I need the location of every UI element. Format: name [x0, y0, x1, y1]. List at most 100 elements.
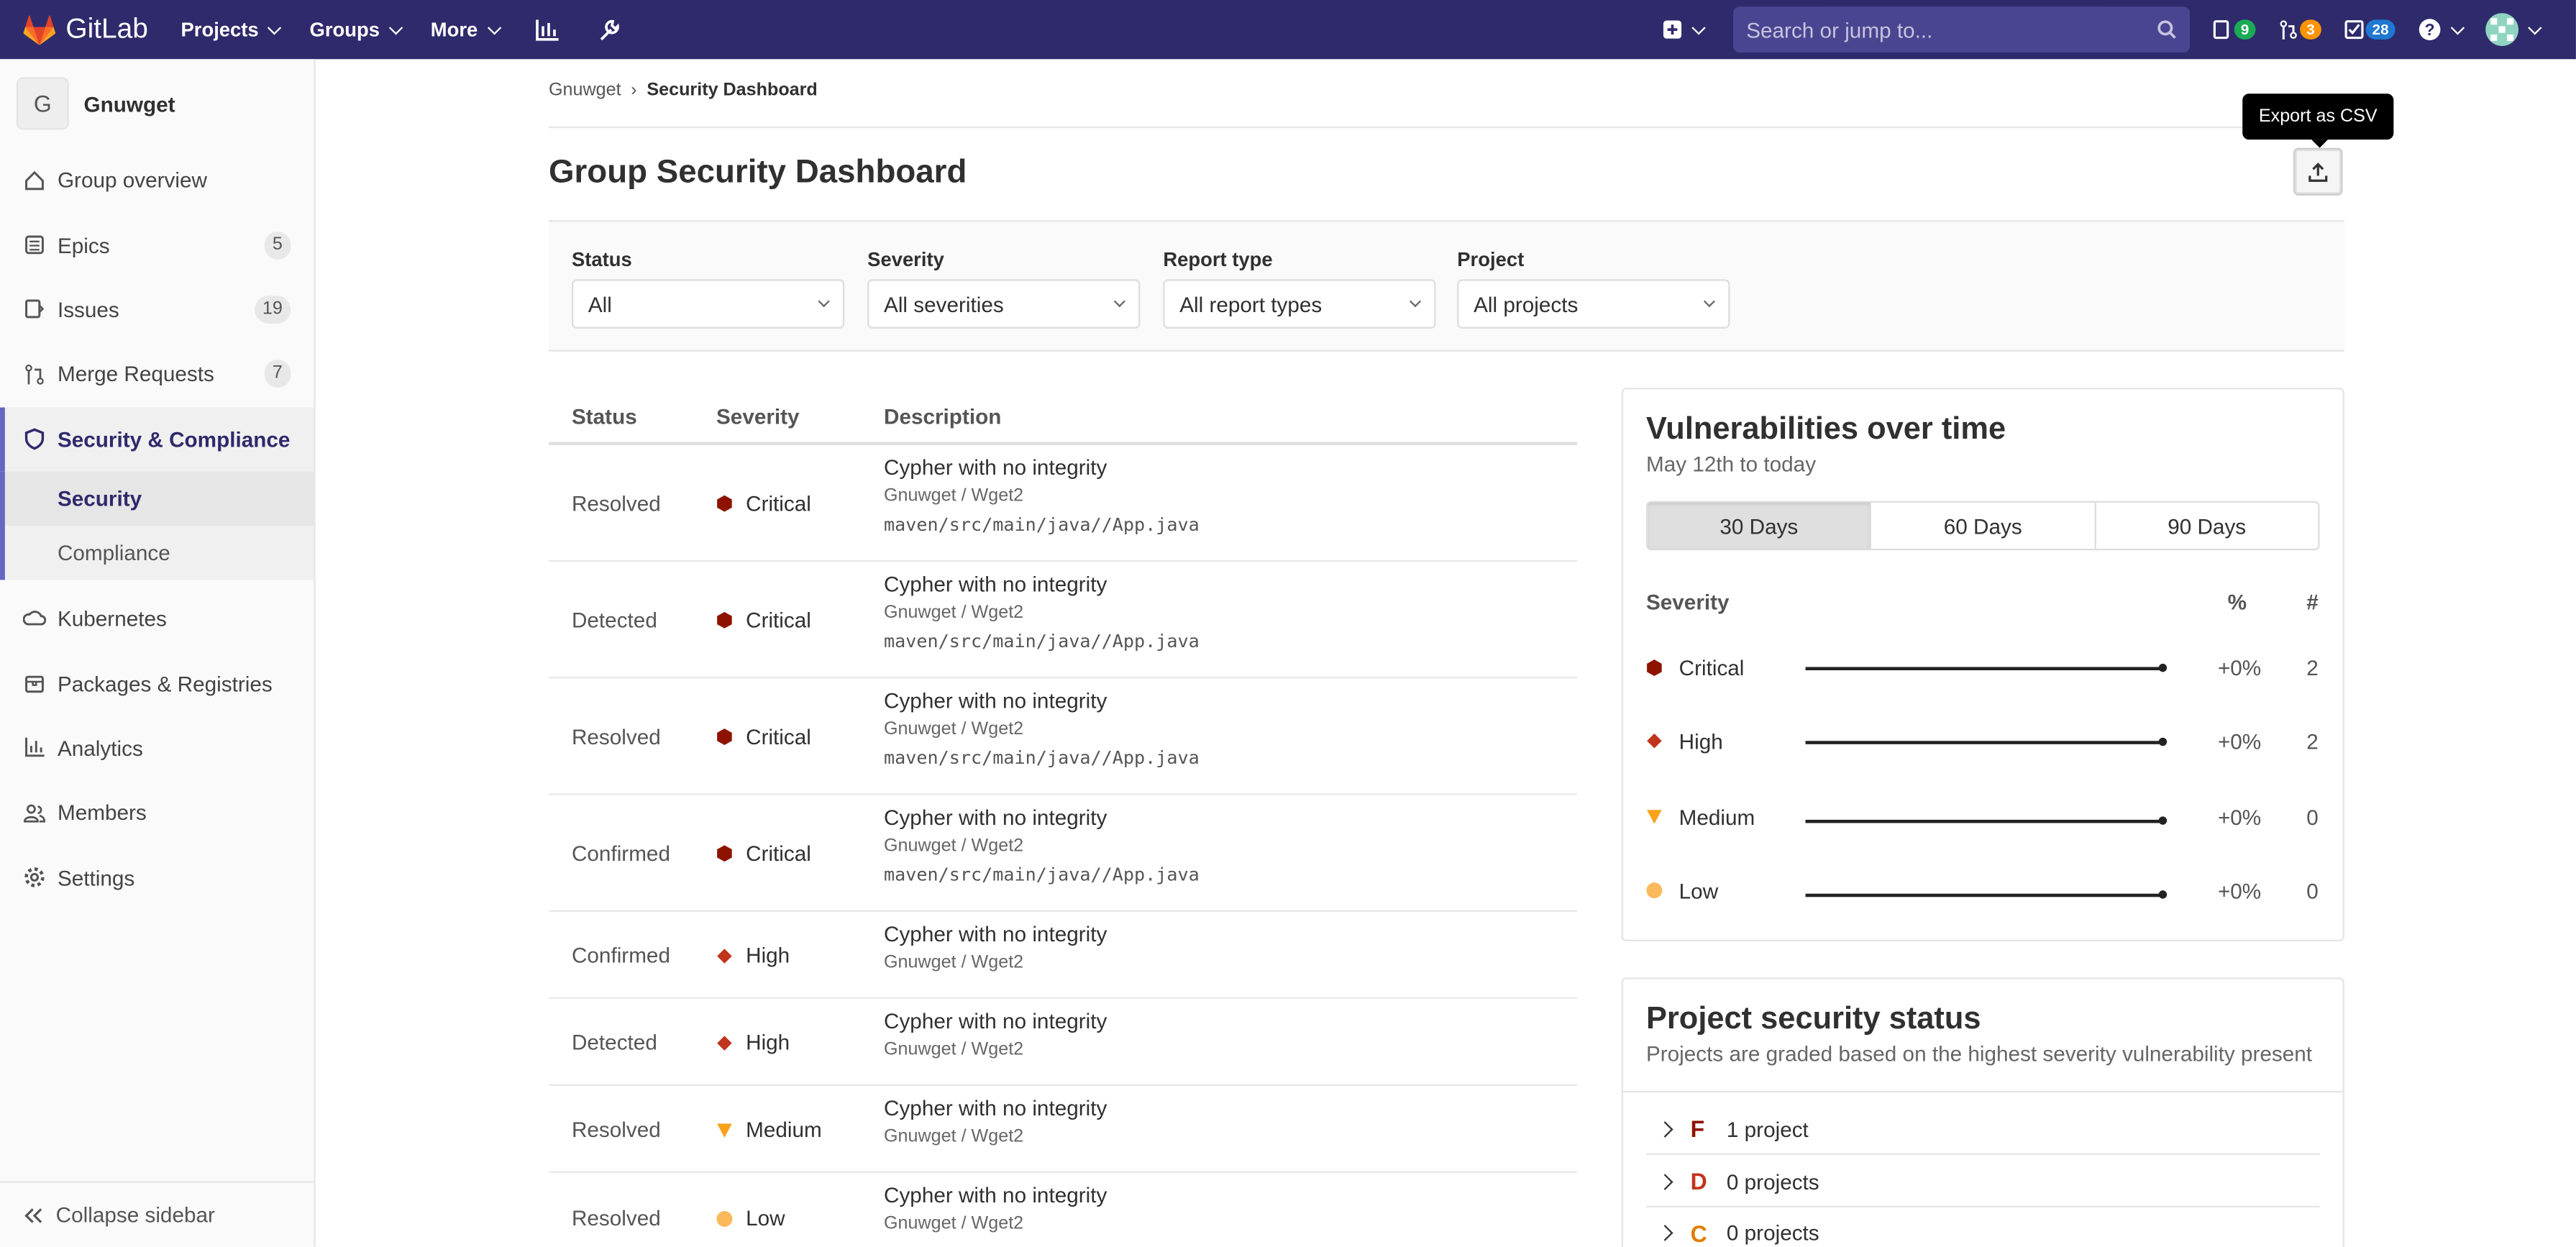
severity-row-medium: Medium +0% 0 [1646, 802, 2320, 835]
range-60-days-button[interactable]: 60 Days [1872, 503, 2096, 549]
breadcrumb-current[interactable]: Security Dashboard [647, 81, 817, 100]
svg-text:?: ? [2425, 20, 2435, 39]
help-dropdown[interactable]: ? [2419, 18, 2465, 41]
group-header[interactable]: G Gnuwget [0, 59, 314, 147]
severity-medium-icon [1647, 810, 1662, 824]
table-row[interactable]: Confirmed Critical Cypher with no integr… [548, 795, 1578, 912]
row-severity: High [746, 1030, 790, 1055]
vulnerability-title[interactable]: Cypher with no integrity [884, 688, 1200, 713]
row-description: Cypher with no integrity Gnuwget / Wget2 [884, 1009, 1107, 1068]
row-description: Cypher with no integrity Gnuwget / Wget2… [884, 805, 1200, 885]
sidebar-item-epics[interactable]: Epics 5 [0, 213, 314, 278]
collapse-sidebar-button[interactable]: Collapse sidebar [0, 1181, 314, 1246]
sidebar-item-group-overview[interactable]: Group overview [0, 148, 314, 213]
table-row[interactable]: Confirmed High Cypher with no integrity … [548, 912, 1578, 999]
users-icon [23, 801, 46, 824]
row-description: Cypher with no integrity Gnuwget / Wget2… [884, 688, 1200, 769]
severity-count: 0 [2306, 805, 2319, 830]
severity-name: Critical [1678, 655, 1745, 680]
issues-shortcut[interactable]: 9 [2213, 19, 2256, 40]
sidebar-item-label: Merge Requests [57, 362, 214, 387]
grade-row-d[interactable]: D 0 projects [1645, 1156, 2320, 1208]
table-row[interactable]: Resolved Critical Cypher with no integri… [548, 445, 1578, 562]
sidebar-item-label: Settings [57, 865, 135, 890]
grade-count: 0 projects [1726, 1220, 1819, 1246]
group-name: Gnuwget [83, 91, 175, 117]
projects-menu[interactable]: Projects [181, 18, 283, 42]
severity-low-icon [1646, 882, 1663, 899]
merge-requests-shortcut[interactable]: 3 [2278, 19, 2321, 40]
export-csv-button[interactable] [2293, 147, 2343, 196]
range-30-days-button[interactable]: 30 Days [1648, 503, 1872, 549]
epics-count-badge: 5 [264, 231, 291, 259]
severity-high-icon [1647, 733, 1662, 749]
sidebar-subitem-label: Security [57, 486, 142, 511]
row-severity: Critical [746, 841, 811, 866]
vulnerability-file: maven/src/main/java//App.java [884, 514, 1200, 536]
sidebar-item-settings[interactable]: Settings [0, 845, 314, 910]
vulnerability-title[interactable]: Cypher with no integrity [884, 922, 1107, 946]
vulnerability-file: maven/src/main/java//App.java [884, 864, 1200, 886]
vulnerability-title[interactable]: Cypher with no integrity [884, 1009, 1107, 1033]
user-menu[interactable] [2485, 13, 2542, 46]
report-type-filter: Report type All report types [1163, 248, 1436, 329]
sidebar-item-analytics[interactable]: Analytics [0, 716, 314, 780]
gitlab-logo[interactable]: GitLab [23, 13, 148, 46]
breadcrumb-parent[interactable]: Gnuwget [549, 81, 621, 100]
severity-medium-icon [717, 1123, 732, 1137]
table-row[interactable]: Detected Critical Cypher with no integri… [548, 562, 1578, 679]
severity-critical-icon [717, 728, 732, 745]
sidebar-subitem-compliance[interactable]: Compliance [0, 525, 314, 580]
sidebar-item-issues[interactable]: Issues 19 [0, 278, 314, 342]
vulnerability-title[interactable]: Cypher with no integrity [884, 1183, 1107, 1207]
grade-row-f[interactable]: F 1 project [1645, 1104, 2320, 1155]
sidebar-item-security-compliance[interactable]: Security & Compliance [0, 406, 314, 472]
todo-count: 28 [2365, 19, 2395, 40]
table-row[interactable]: Resolved Critical Cypher with no integri… [548, 678, 1578, 795]
chevron-down-icon [2450, 20, 2465, 35]
projects-menu-label: Projects [181, 18, 259, 42]
sidebar-item-merge-requests[interactable]: Merge Requests 7 [0, 342, 314, 407]
filter-value: All severities [884, 291, 1004, 316]
table-row[interactable]: Detected High Cypher with no integrity G… [548, 999, 1578, 1086]
grade-row-c[interactable]: C 0 projects [1646, 1207, 2320, 1247]
range-90-days-button[interactable]: 90 Days [2096, 503, 2318, 549]
severity-count: 2 [2306, 655, 2319, 680]
groups-menu[interactable]: Groups [310, 18, 403, 41]
sparkline [1805, 891, 2168, 897]
admin-wrench-icon[interactable] [598, 18, 621, 41]
vulnerability-title[interactable]: Cypher with no integrity [884, 1096, 1107, 1120]
shield-icon [23, 428, 46, 451]
sidebar-subitem-security[interactable]: Security [0, 471, 314, 526]
vulnerability-title[interactable]: Cypher with no integrity [884, 572, 1200, 596]
sidebar-item-packages[interactable]: Packages & Registries [0, 651, 314, 716]
row-severity: Medium [746, 1117, 822, 1142]
sidebar-item-members[interactable]: Members [0, 780, 314, 845]
collapse-sidebar-label: Collapse sidebar [55, 1202, 215, 1228]
status-filter-dropdown[interactable]: All [571, 279, 845, 329]
grade-letter: F [1690, 1115, 1705, 1142]
chart-icon [23, 736, 46, 759]
more-menu[interactable]: More [431, 18, 501, 41]
severity-high-icon [717, 1035, 732, 1050]
filter-label: Severity [867, 247, 944, 271]
table-row[interactable]: Resolved Medium Cypher with no integrity… [548, 1086, 1578, 1174]
vulnerability-title[interactable]: Cypher with no integrity [884, 455, 1200, 480]
table-row[interactable]: Resolved Low Cypher with no integrity Gn… [549, 1173, 1577, 1247]
todos-shortcut[interactable]: 28 [2344, 19, 2395, 40]
chevron-down-icon [1409, 296, 1422, 308]
filter-value: All report types [1179, 291, 1323, 316]
plus-square-icon [1663, 20, 1681, 39]
vulnerability-title[interactable]: Cypher with no integrity [884, 805, 1200, 829]
search-input[interactable]: Search or jump to... [1732, 6, 2190, 53]
report-type-filter-dropdown[interactable]: All report types [1163, 279, 1436, 329]
project-filter-dropdown[interactable]: All projects [1457, 279, 1730, 329]
help-icon: ? [2419, 19, 2441, 40]
row-description: Cypher with no integrity Gnuwget / Wget2… [884, 455, 1200, 536]
column-header-severity: Severity [716, 403, 800, 429]
card-subtitle: May 12th to today [1645, 452, 1817, 477]
sidebar-item-kubernetes[interactable]: Kubernetes [0, 586, 314, 651]
analytics-chart-icon[interactable] [535, 19, 559, 40]
severity-filter-dropdown[interactable]: All severities [867, 279, 1141, 329]
new-dropdown[interactable] [1663, 19, 1706, 39]
